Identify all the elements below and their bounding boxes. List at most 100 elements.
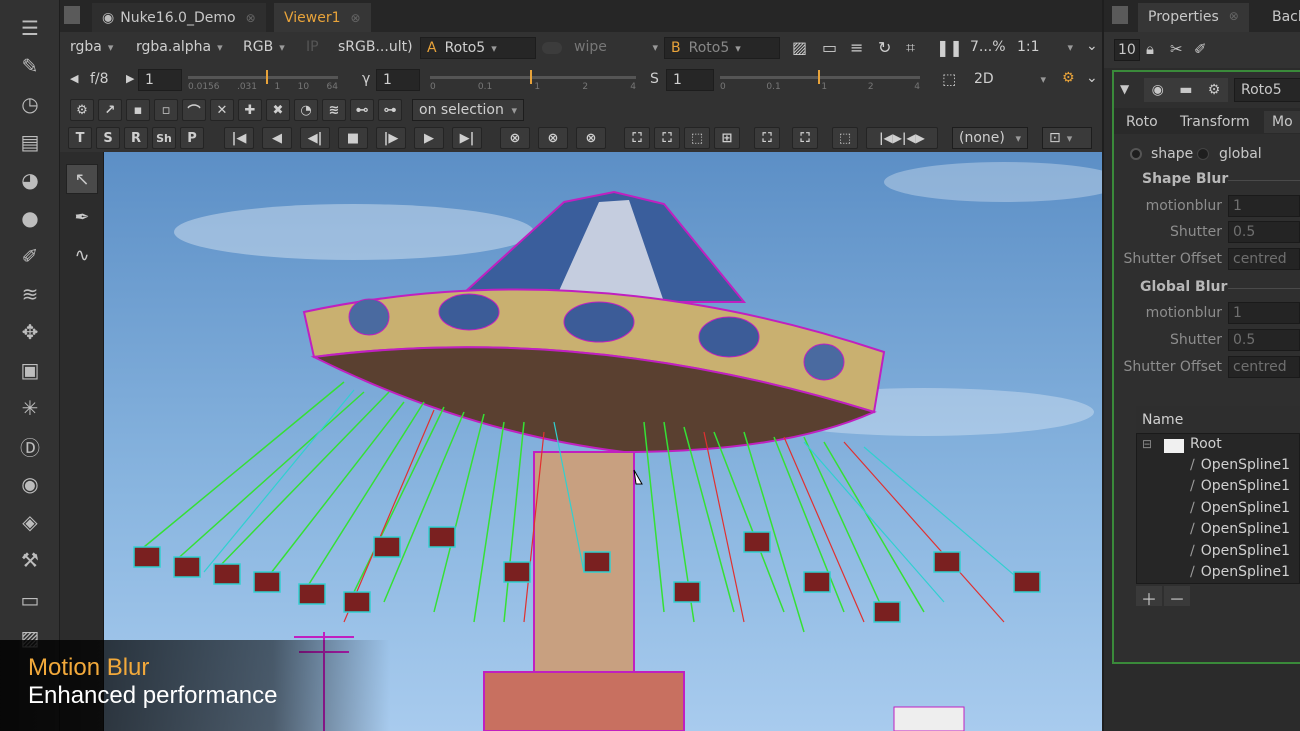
add-point-icon[interactable]: ✚ [238, 99, 262, 121]
crop-icon[interactable]: ⬚ [684, 127, 710, 149]
frame-icon[interactable]: ⛶ [654, 127, 680, 149]
toggle-skew[interactable]: Sh [152, 127, 176, 149]
tab-properties[interactable]: Properties ⊗ [1138, 3, 1249, 32]
point-icon[interactable]: ▪ [126, 99, 150, 121]
fstop-decrease[interactable]: ◀ [70, 72, 78, 85]
track-forward-step-icon[interactable]: ▶ [414, 127, 444, 149]
alpha-channel-dropdown[interactable]: rgba.alpha [136, 39, 223, 55]
feather-icon[interactable]: ↗ [98, 99, 122, 121]
tree-collapse-icon[interactable]: ⊟ [1142, 437, 1152, 451]
refresh-icon[interactable]: ↻ [878, 38, 891, 57]
menu-icon[interactable]: ☰ [14, 12, 46, 44]
track-range-dropdown[interactable]: (none) [952, 127, 1028, 149]
shape-shutter-offset-dropdown[interactable]: centred [1228, 248, 1300, 270]
paint-icon[interactable]: ✎ [14, 50, 46, 82]
track-forward-icon[interactable]: |▶ [376, 127, 406, 149]
toggle-rotate[interactable]: R [124, 127, 148, 149]
clear-backward-icon[interactable]: ⊗ [538, 127, 568, 149]
input-b-dropdown[interactable]: B Roto5 [664, 37, 780, 59]
channel-icon[interactable]: ◕ [14, 164, 46, 196]
toggle-perspective[interactable]: P [180, 127, 204, 149]
display-channel-dropdown[interactable]: RGB [243, 39, 285, 55]
roi-icon[interactable]: ⌗ [906, 38, 915, 58]
select-tool-icon[interactable]: ↖ [66, 164, 98, 194]
view-mode-dropdown[interactable]: 2D [974, 71, 1046, 87]
settings-icon[interactable]: ⚙ [1208, 82, 1221, 98]
lines-icon[interactable]: ≡ [850, 38, 863, 57]
settings-icon[interactable]: ⚙ [70, 99, 94, 121]
grid-icon[interactable]: ⊞ [714, 127, 740, 149]
point-add-icon[interactable]: ▫ [154, 99, 178, 121]
tab-motionblur[interactable]: Mo [1264, 111, 1300, 133]
viewer-icon[interactable]: ▬ [1179, 82, 1192, 98]
node-name-input[interactable]: Roto5 [1234, 78, 1300, 102]
blur-mode-shape-radio[interactable] [1130, 148, 1142, 160]
key-icon[interactable]: ⊶ [378, 99, 402, 121]
tag-icon[interactable]: ◈ [14, 506, 46, 538]
sphere-icon[interactable]: ● [14, 202, 46, 234]
clock-icon[interactable]: ◷ [14, 88, 46, 120]
remove-point-icon[interactable]: ✖ [266, 99, 290, 121]
saturation-slider[interactable] [720, 70, 920, 84]
gamma-slider[interactable] [430, 70, 636, 84]
blur-icon[interactable]: ≋ [322, 99, 346, 121]
track-backward-step-icon[interactable]: ◀ [262, 127, 292, 149]
move-icon[interactable]: ✥ [14, 316, 46, 348]
tree-item[interactable]: ∕ OpenSpline1 [1190, 478, 1300, 494]
fit-icon[interactable]: ⛶ [624, 127, 650, 149]
track-to-end-icon[interactable]: ▶| [452, 127, 482, 149]
expand-frame-icon[interactable]: ⛶ [792, 127, 818, 149]
expand-icon[interactable]: ⌄ [1086, 38, 1098, 54]
clear-icon[interactable]: ⊗ [500, 127, 530, 149]
gain-input[interactable]: 1 [138, 69, 182, 91]
saturation-input[interactable]: 1 [666, 69, 714, 91]
shape-motionblur-input[interactable]: 1 [1228, 195, 1300, 217]
toggle-translate[interactable]: T [68, 127, 92, 149]
pane-menu-icon[interactable] [1112, 6, 1128, 24]
gain-slider[interactable] [188, 70, 338, 84]
pen-tool-icon[interactable]: ✒ [66, 202, 98, 232]
tab-transform[interactable]: Transform [1180, 114, 1250, 130]
input-a-dropdown[interactable]: A Roto5 [420, 37, 536, 59]
close-icon[interactable]: ⊗ [1229, 9, 1239, 26]
tab-script[interactable]: ◉ Nuke16.0_Demo ⊗ [92, 3, 266, 32]
node-icon[interactable]: ◉ [1152, 82, 1164, 98]
fstop-increase[interactable]: ▶ [126, 72, 134, 85]
particle-icon[interactable]: ✳ [14, 392, 46, 424]
tab-viewer[interactable]: Viewer1 ⊗ [274, 3, 371, 32]
global-motionblur-input[interactable]: 1 [1228, 302, 1300, 324]
clear-forward-icon[interactable]: ⊗ [576, 127, 606, 149]
shape-shutter-input[interactable]: 0.5 [1228, 221, 1300, 243]
collapse-icon[interactable]: ▼ [1120, 82, 1129, 96]
tree-item[interactable]: ∕ OpenSpline1 [1190, 543, 1300, 559]
stop-icon[interactable]: ■ [338, 127, 368, 149]
remove-curve-button[interactable]: － [1164, 586, 1190, 609]
overlay-icon[interactable]: ▭ [822, 38, 837, 57]
link-icon[interactable]: ⊷ [350, 99, 374, 121]
channels-dropdown[interactable]: rgba [70, 39, 113, 55]
close-icon[interactable]: ⊗ [246, 11, 256, 25]
global-shutter-offset-dropdown[interactable]: centred [1228, 356, 1300, 378]
pane-menu-icon[interactable] [64, 6, 80, 24]
deep-icon[interactable]: Ⓓ [14, 430, 46, 462]
bbox-icon[interactable]: ⬚ [832, 127, 858, 149]
max-panels-input[interactable]: 10 [1114, 39, 1140, 61]
color-icon[interactable]: ✐ [14, 240, 46, 272]
wrench-icon[interactable]: ⚒ [14, 544, 46, 576]
global-shutter-input[interactable]: 0.5 [1228, 329, 1300, 351]
lock-icon[interactable]: 🔒︎ [1146, 40, 1154, 58]
lut-dropdown[interactable]: sRGB...ult) [338, 39, 413, 55]
track-backward-icon[interactable]: ◀| [300, 127, 330, 149]
gamma-input[interactable]: 1 [376, 69, 420, 91]
keyframe-nav[interactable]: |◀▶|◀▶ [866, 127, 938, 149]
tree-item[interactable]: ∕ OpenSpline1 [1190, 500, 1300, 516]
settings-icon[interactable]: ⚙ [1062, 70, 1075, 86]
center-icon[interactable]: ⛶ [754, 127, 780, 149]
region-icon[interactable]: ⬚ [942, 70, 956, 88]
drawer-icon[interactable]: ▭ [14, 584, 46, 616]
close-shape-icon[interactable]: ◔ [294, 99, 318, 121]
tree-root[interactable]: Root [1190, 436, 1222, 452]
zoom-value[interactable]: 7...% [970, 39, 1006, 55]
cusp-icon[interactable]: ✕ [210, 99, 234, 121]
tab-roto[interactable]: Roto [1126, 114, 1158, 130]
